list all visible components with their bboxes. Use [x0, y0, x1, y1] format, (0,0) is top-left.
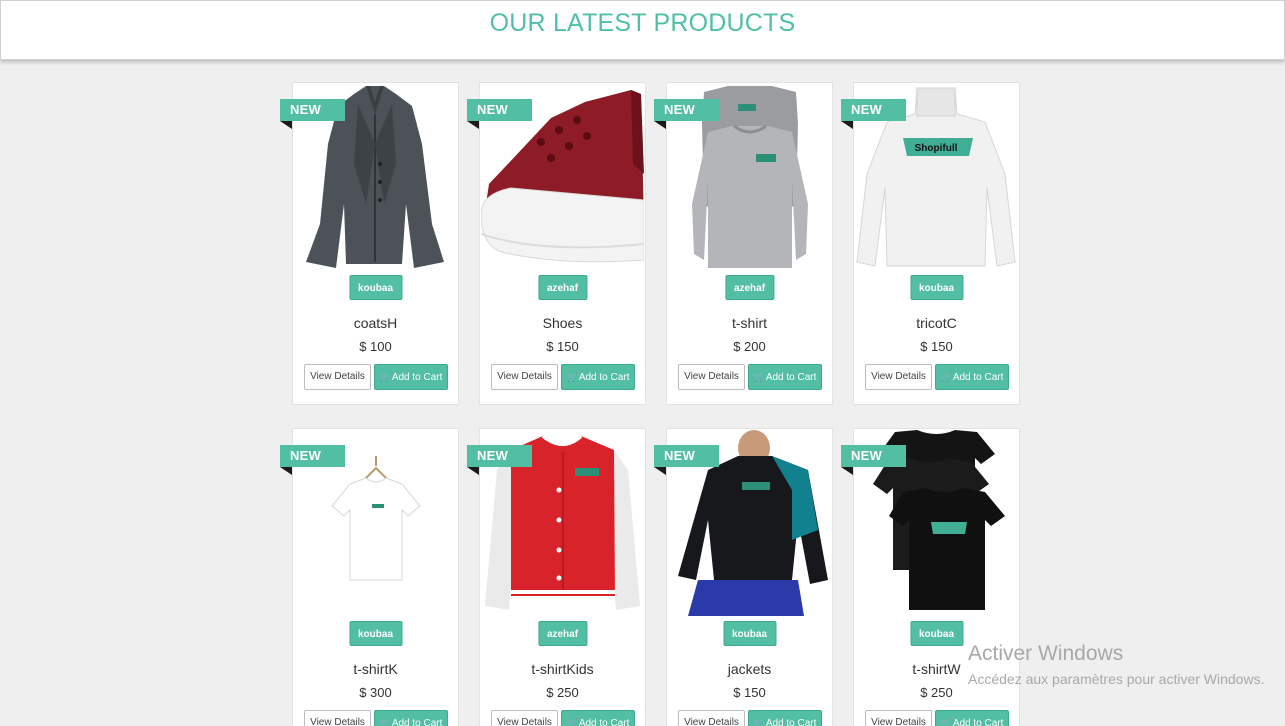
product-price: $ 250	[546, 685, 579, 700]
product-name: Shoes	[542, 315, 583, 331]
cart-icon: 🛒	[753, 718, 765, 726]
new-ribbon: NEW	[280, 445, 345, 475]
view-details-button[interactable]: View Details	[304, 710, 371, 726]
cart-icon: 🛒	[940, 372, 952, 382]
view-details-button[interactable]: View Details	[491, 710, 558, 726]
product-price: $ 150	[920, 339, 953, 354]
product-price: $ 150	[733, 685, 766, 700]
brand-badge[interactable]: koubaa	[909, 275, 964, 300]
product-price: $ 150	[546, 339, 579, 354]
brand-badge[interactable]: koubaa	[909, 621, 964, 646]
product-price: $ 100	[359, 339, 392, 354]
product-card: NEW koubaa t-shirtK $ 300 View Details 🛒…	[280, 428, 459, 726]
product-price: $ 200	[733, 339, 766, 354]
add-to-cart-button[interactable]: 🛒Add to Cart	[935, 710, 1009, 726]
product-card: NEW koubaa jackets $ 150 View Details 🛒A…	[654, 428, 833, 726]
page-header: OUR LATEST PRODUCTS	[0, 0, 1285, 60]
watermark-subtitle: Accédez aux paramètres pour activer Wind…	[968, 671, 1265, 687]
cart-icon: 🛒	[566, 372, 578, 382]
product-grid: NEW koubaa coatsH $ 100 View Details 🛒Ad…	[280, 82, 1020, 726]
brand-badge[interactable]: koubaa	[348, 621, 403, 646]
product-card: NEW azehaf t-shirt $ 200 View Details 🛒A…	[654, 82, 833, 405]
add-to-cart-button[interactable]: 🛒Add to Cart	[748, 710, 822, 726]
page-title: OUR LATEST PRODUCTS	[489, 9, 796, 37]
view-details-button[interactable]: View Details	[865, 710, 932, 726]
product-name: jackets	[727, 661, 772, 677]
add-to-cart-button[interactable]: 🛒Add to Cart	[374, 710, 448, 726]
product-name: tricotC	[916, 315, 957, 331]
add-to-cart-button[interactable]: 🛒Add to Cart	[935, 364, 1009, 390]
brand-badge[interactable]: koubaa	[348, 275, 403, 300]
view-details-button[interactable]: View Details	[865, 364, 932, 390]
brand-badge[interactable]: koubaa	[722, 621, 777, 646]
cart-icon: 🛒	[566, 718, 578, 726]
product-name: t-shirt	[732, 315, 767, 331]
cart-icon: 🛒	[379, 718, 391, 726]
add-to-cart-button[interactable]: 🛒Add to Cart	[561, 710, 635, 726]
cart-icon: 🛒	[753, 372, 765, 382]
windows-activation-watermark: Activer Windows Accédez aux paramètres p…	[968, 641, 1264, 690]
new-ribbon: NEW	[841, 99, 906, 129]
add-to-cart-button[interactable]: 🛒Add to Cart	[374, 364, 448, 390]
watermark-title: Activer Windows	[968, 642, 1124, 665]
product-name: t-shirtKids	[531, 661, 594, 677]
new-ribbon: NEW	[280, 99, 345, 129]
add-to-cart-button[interactable]: 🛒Add to Cart	[561, 364, 635, 390]
svg-text:Shopifull: Shopifull	[915, 143, 958, 154]
product-price: $ 300	[359, 685, 392, 700]
brand-badge[interactable]: azehaf	[724, 275, 775, 300]
brand-badge[interactable]: azehaf	[537, 621, 588, 646]
new-ribbon: NEW	[654, 445, 719, 475]
new-ribbon: NEW	[654, 99, 719, 129]
cart-icon: 🛒	[379, 372, 391, 382]
product-card: NEW azehaf Shoes $ 150 View Details 🛒Add…	[467, 82, 646, 405]
cart-icon: 🛒	[940, 718, 952, 726]
product-card: NEW Shopifull koubaa tricotC $ 150 View …	[841, 82, 1020, 405]
view-details-button[interactable]: View Details	[678, 710, 745, 726]
product-name: t-shirtK	[353, 661, 398, 677]
product-name: coatsH	[353, 315, 398, 331]
new-ribbon: NEW	[467, 445, 532, 475]
brand-badge[interactable]: azehaf	[537, 275, 588, 300]
add-to-cart-button[interactable]: 🛒Add to Cart	[748, 364, 822, 390]
product-card: NEW koubaa coatsH $ 100 View Details 🛒Ad…	[280, 82, 459, 405]
new-ribbon: NEW	[467, 99, 532, 129]
view-details-button[interactable]: View Details	[678, 364, 745, 390]
view-details-button[interactable]: View Details	[491, 364, 558, 390]
product-card: NEW azehaf t-shirtKids $ 250 View Detail…	[467, 428, 646, 726]
view-details-button[interactable]: View Details	[304, 364, 371, 390]
new-ribbon: NEW	[841, 445, 906, 475]
